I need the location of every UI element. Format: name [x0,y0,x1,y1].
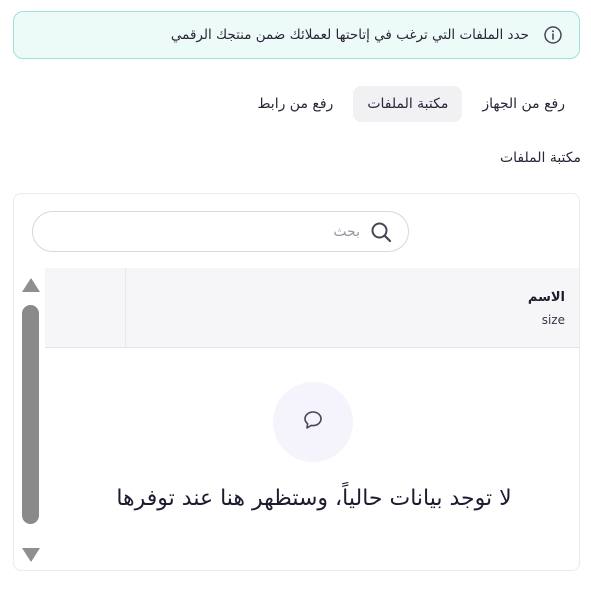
scroll-down-arrow-icon[interactable] [22,548,40,562]
search-input[interactable]: بحث [32,211,409,252]
file-library-panel: بحث الاسم size لا توجد بيانات حالياً، وس… [13,193,580,571]
chat-bubble-icon [301,408,325,436]
section-title: مكتبة الملفات [499,150,581,166]
tab-file-library[interactable]: مكتبة الملفات [353,86,463,122]
info-banner: حدد الملفات التي ترغب في إتاحتها لعملائك… [13,11,580,59]
empty-state-message: لا توجد بيانات حالياً، وستظهر هنا عند تو… [116,486,512,511]
column-divider [125,268,126,348]
info-icon [543,25,563,45]
tab-upload-from-device[interactable]: رفع من الجهاز [470,86,577,122]
empty-state-icon-circle [273,382,353,462]
search-icon [370,221,392,243]
info-banner-text: حدد الملفات التي ترغب في إتاحتها لعملائك… [170,27,529,43]
table-header: الاسم size [45,268,579,348]
column-header-name[interactable]: الاسم [528,290,565,305]
search-placeholder: بحث [333,223,360,240]
column-header-size: size [541,313,565,327]
tab-upload-from-link[interactable]: رفع من رابط [246,86,346,122]
scrollbar-thumb[interactable] [22,305,39,524]
upload-tabs: رفع من الجهاز مكتبة الملفات رفع من رابط [246,86,577,122]
file-selection-page: حدد الملفات التي ترغب في إتاحتها لعملائك… [0,0,591,600]
scroll-up-arrow-icon[interactable] [22,278,40,292]
